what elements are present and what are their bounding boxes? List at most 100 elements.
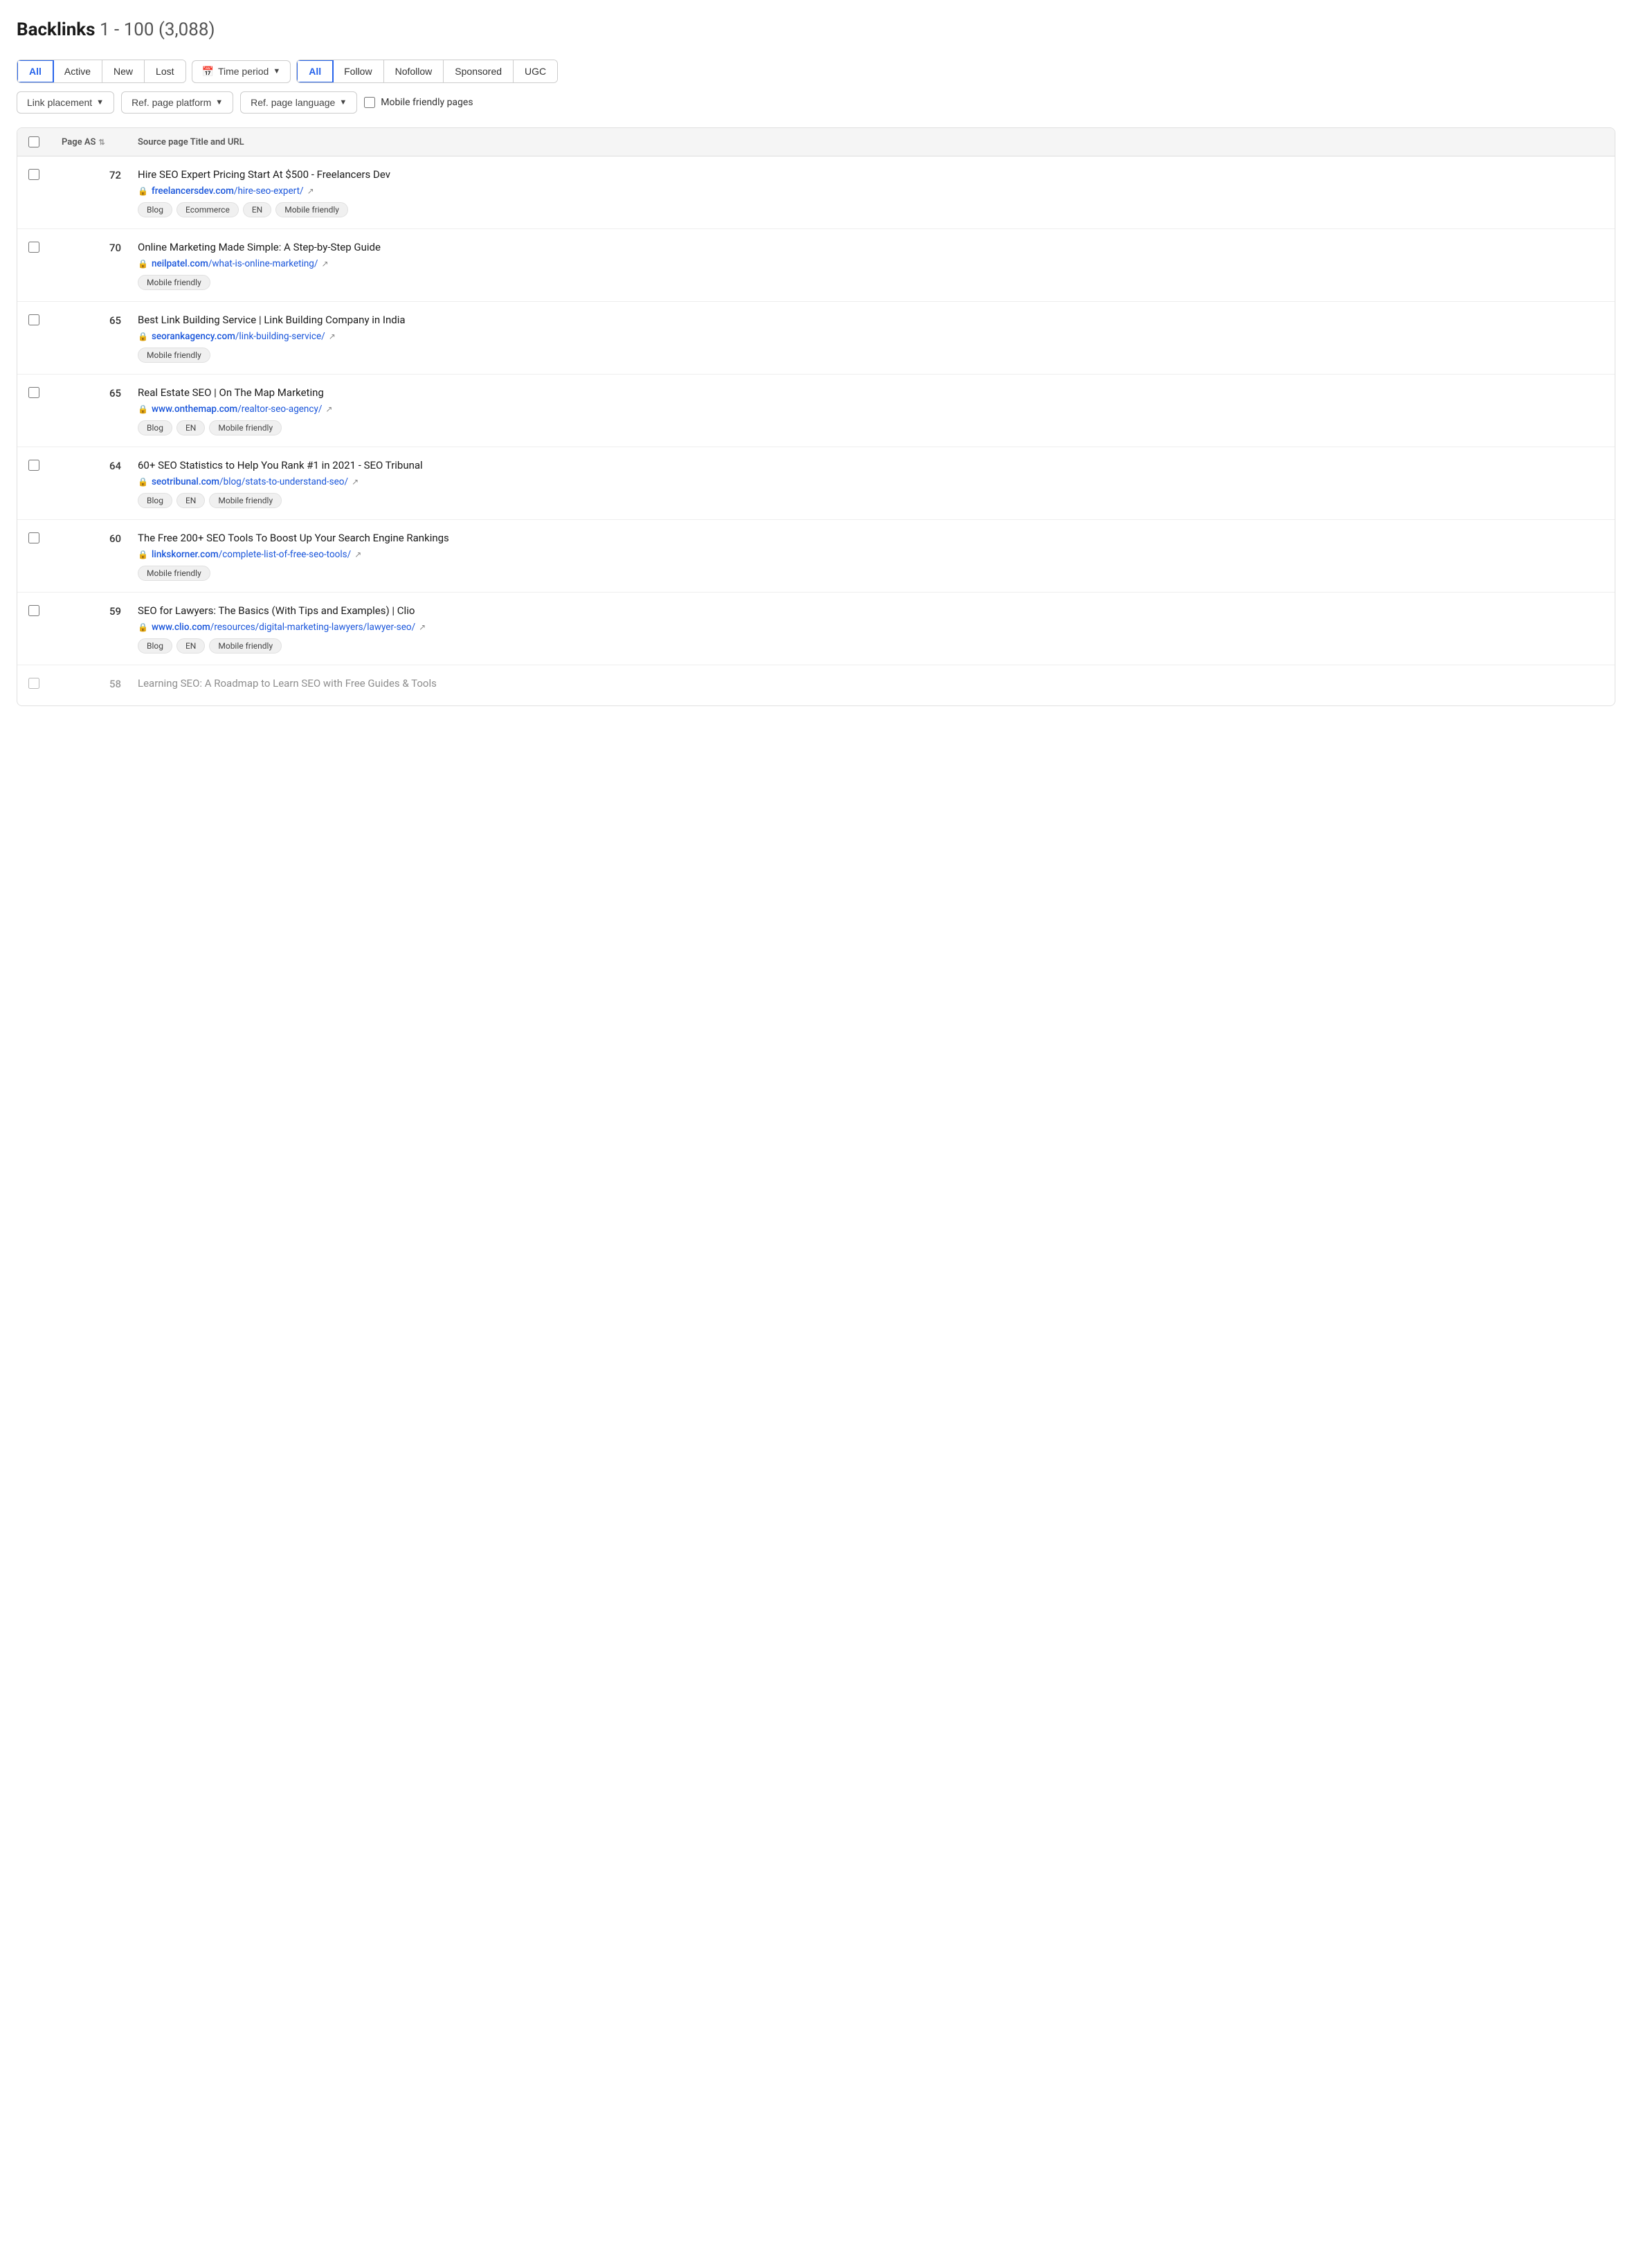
ref-page-platform-label: Ref. page platform — [132, 97, 211, 108]
page-as-value: 72 — [62, 168, 138, 181]
mobile-friendly-checkbox[interactable] — [364, 97, 375, 108]
source-cell: SEO for Lawyers: The Basics (With Tips a… — [138, 604, 1604, 654]
tags-container: BlogENMobile friendly — [138, 638, 1604, 654]
source-url: 🔒 neilpatel.com/what-is-online-marketing… — [138, 258, 1604, 269]
tag: Mobile friendly — [138, 566, 210, 581]
tag: EN — [176, 638, 205, 654]
calendar-icon: 📅 — [202, 66, 214, 78]
table-row: 70 Online Marketing Made Simple: A Step-… — [17, 229, 1615, 302]
tag: Blog — [138, 493, 172, 508]
tag: Mobile friendly — [209, 420, 282, 435]
col-page-as[interactable]: Page AS ⇅ — [62, 136, 138, 147]
source-title: Best Link Building Service | Link Buildi… — [138, 313, 1604, 327]
table-header: Page AS ⇅ Source page Title and URL — [17, 128, 1615, 156]
tag: Mobile friendly — [138, 348, 210, 363]
external-link-icon: ↗ — [325, 404, 332, 414]
source-cell: Learning SEO: A Roadmap to Learn SEO wit… — [138, 676, 1604, 694]
tags-container: BlogENMobile friendly — [138, 493, 1604, 508]
tags-container: BlogENMobile friendly — [138, 420, 1604, 435]
tag: Mobile friendly — [138, 275, 210, 290]
row-checkbox[interactable] — [28, 678, 39, 689]
link-sponsored-button[interactable]: Sponsored — [444, 60, 514, 82]
url-base: www.onthemap.com — [152, 404, 237, 415]
col-source-label: Source page Title and URL — [138, 137, 244, 147]
status-active-button[interactable]: Active — [53, 60, 102, 82]
link-placement-label: Link placement — [27, 97, 92, 108]
url-link[interactable]: seotribunal.com/blog/stats-to-understand… — [152, 476, 348, 487]
table-row: 60 The Free 200+ SEO Tools To Boost Up Y… — [17, 520, 1615, 593]
lock-icon: 🔒 — [138, 404, 148, 414]
table-body: 72 Hire SEO Expert Pricing Start At $500… — [17, 156, 1615, 705]
link-nofollow-button[interactable]: Nofollow — [384, 60, 444, 82]
row-checkbox-cell — [28, 168, 62, 180]
row-checkbox-cell — [28, 531, 62, 543]
url-link[interactable]: linkskorner.com/complete-list-of-free-se… — [152, 549, 351, 560]
chevron-down-icon: ▼ — [215, 98, 223, 107]
page-as-value: 59 — [62, 604, 138, 618]
chevron-down-icon: ▼ — [339, 98, 347, 107]
table-row: 65 Best Link Building Service | Link Bui… — [17, 302, 1615, 375]
time-period-dropdown[interactable]: 📅 Time period ▼ — [192, 60, 291, 83]
status-all-button[interactable]: All — [17, 60, 54, 83]
external-link-icon: ↗ — [307, 186, 314, 196]
lock-icon: 🔒 — [138, 259, 148, 269]
row-checkbox[interactable] — [28, 460, 39, 471]
lock-icon: 🔒 — [138, 622, 148, 632]
url-link[interactable]: neilpatel.com/what-is-online-marketing/ — [152, 258, 318, 269]
row-checkbox-cell — [28, 313, 62, 325]
url-link[interactable]: seorankagency.com/link-building-service/ — [152, 331, 325, 342]
row-checkbox-cell — [28, 240, 62, 253]
status-new-button[interactable]: New — [102, 60, 145, 82]
link-ugc-button[interactable]: UGC — [514, 60, 557, 82]
lock-icon: 🔒 — [138, 332, 148, 341]
external-link-icon: ↗ — [321, 259, 328, 269]
source-url: 🔒 seotribunal.com/blog/stats-to-understa… — [138, 476, 1604, 487]
tag: Mobile friendly — [275, 202, 348, 217]
table-row: 72 Hire SEO Expert Pricing Start At $500… — [17, 156, 1615, 229]
tags-container: BlogEcommerceENMobile friendly — [138, 202, 1604, 217]
ref-page-language-dropdown[interactable]: Ref. page language ▼ — [240, 91, 357, 114]
link-all-button[interactable]: All — [296, 60, 334, 83]
url-link[interactable]: freelancersdev.com/hire-seo-expert/ — [152, 186, 304, 197]
row-checkbox[interactable] — [28, 387, 39, 398]
link-placement-dropdown[interactable]: Link placement ▼ — [17, 91, 114, 114]
link-follow-button[interactable]: Follow — [333, 60, 383, 82]
source-title: Online Marketing Made Simple: A Step-by-… — [138, 240, 1604, 255]
select-all-checkbox[interactable] — [28, 136, 39, 147]
table-row: 59 SEO for Lawyers: The Basics (With Tip… — [17, 593, 1615, 665]
row-checkbox[interactable] — [28, 314, 39, 325]
page-as-value: 65 — [62, 386, 138, 399]
url-link[interactable]: www.onthemap.com/realtor-seo-agency/ — [152, 404, 322, 415]
page-as-value: 60 — [62, 531, 138, 545]
source-title: Real Estate SEO | On The Map Marketing — [138, 386, 1604, 400]
page-as-value: 64 — [62, 458, 138, 472]
row-checkbox[interactable] — [28, 169, 39, 180]
source-url: 🔒 linkskorner.com/complete-list-of-free-… — [138, 549, 1604, 560]
col-source: Source page Title and URL — [138, 136, 1604, 147]
filter-bar-1: All Active New Lost 📅 Time period ▼ All … — [17, 60, 1615, 83]
page-title: Backlinks 1 - 100 (3,088) — [17, 19, 1615, 40]
url-base: seorankagency.com — [152, 331, 235, 342]
row-checkbox[interactable] — [28, 242, 39, 253]
mobile-friendly-filter[interactable]: Mobile friendly pages — [364, 97, 473, 108]
chevron-down-icon: ▼ — [273, 67, 280, 75]
lock-icon: 🔒 — [138, 550, 148, 559]
row-checkbox[interactable] — [28, 532, 39, 543]
ref-page-platform-dropdown[interactable]: Ref. page platform ▼ — [121, 91, 233, 114]
row-checkbox-cell — [28, 604, 62, 616]
status-lost-button[interactable]: Lost — [145, 60, 185, 82]
tag: EN — [243, 202, 271, 217]
row-checkbox[interactable] — [28, 605, 39, 616]
external-link-icon: ↗ — [419, 622, 426, 632]
url-path: /what-is-online-marketing/ — [208, 258, 318, 269]
tags-container: Mobile friendly — [138, 348, 1604, 363]
source-cell: Online Marketing Made Simple: A Step-by-… — [138, 240, 1604, 290]
url-base: freelancersdev.com — [152, 186, 234, 197]
table-row: 58 Learning SEO: A Roadmap to Learn SEO … — [17, 665, 1615, 705]
source-cell: Real Estate SEO | On The Map Marketing 🔒… — [138, 386, 1604, 435]
external-link-icon: ↗ — [354, 550, 361, 559]
page-as-value: 58 — [62, 676, 138, 690]
filter-bar-2: Link placement ▼ Ref. page platform ▼ Re… — [17, 91, 1615, 114]
source-title: 60+ SEO Statistics to Help You Rank #1 i… — [138, 458, 1604, 473]
url-link[interactable]: www.clio.com/resources/digital-marketing… — [152, 622, 415, 633]
